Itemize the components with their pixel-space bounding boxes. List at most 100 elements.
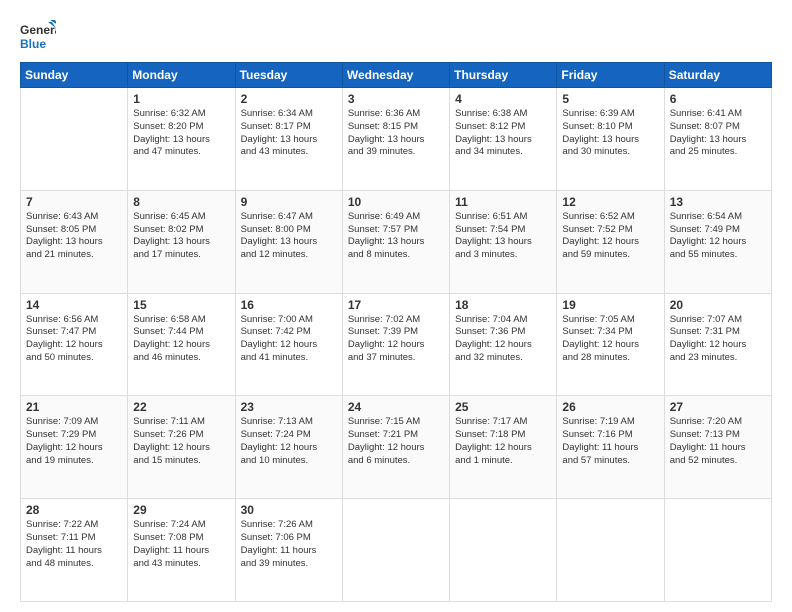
calendar-cell: 5 Sunrise: 6:39 AM Sunset: 8:10 PM Daylig… [557, 88, 664, 191]
calendar-cell [21, 88, 128, 191]
day-info: Sunrise: 7:17 AM Sunset: 7:18 PM Dayligh… [455, 416, 551, 467]
day-number: 5 [562, 92, 658, 106]
logo-icon: General Blue [20, 18, 56, 54]
day-number: 10 [348, 195, 444, 209]
calendar-cell: 1Sunrise: 6:32 AM Sunset: 8:20 PM Daylig… [128, 88, 235, 191]
day-info: Sunrise: 6:47 AM Sunset: 8:00 PM Dayligh… [241, 211, 337, 262]
column-header-sunday: Sunday [21, 63, 128, 88]
calendar-cell: 8 Sunrise: 6:45 AM Sunset: 8:02 PM Daylig… [128, 190, 235, 293]
day-info: Sunrise: 7:13 AM Sunset: 7:24 PM Dayligh… [241, 416, 337, 467]
day-number: 24 [348, 400, 444, 414]
day-info: Sunrise: 6:41 AM Sunset: 8:07 PM Dayligh… [670, 108, 766, 159]
calendar-week-5: 28 Sunrise: 7:22 AM Sunset: 7:11 PM Dayli… [21, 499, 772, 602]
day-info: Sunrise: 7:04 AM Sunset: 7:36 PM Dayligh… [455, 314, 551, 365]
calendar-cell: 28 Sunrise: 7:22 AM Sunset: 7:11 PM Dayli… [21, 499, 128, 602]
calendar-cell: 30 Sunrise: 7:26 AM Sunset: 7:06 PM Dayli… [235, 499, 342, 602]
day-number: 30 [241, 503, 337, 517]
calendar-cell: 24 Sunrise: 7:15 AM Sunset: 7:21 PM Dayli… [342, 396, 449, 499]
calendar-week-1: 1Sunrise: 6:32 AM Sunset: 8:20 PM Daylig… [21, 88, 772, 191]
day-info: Sunrise: 7:20 AM Sunset: 7:13 PM Dayligh… [670, 416, 766, 467]
day-info: Sunrise: 7:00 AM Sunset: 7:42 PM Dayligh… [241, 314, 337, 365]
calendar-cell [557, 499, 664, 602]
day-number: 27 [670, 400, 766, 414]
calendar-week-3: 14 Sunrise: 6:56 AM Sunset: 7:47 PM Dayli… [21, 293, 772, 396]
day-number: 20 [670, 298, 766, 312]
column-header-wednesday: Wednesday [342, 63, 449, 88]
calendar-cell: 7Sunrise: 6:43 AM Sunset: 8:05 PM Daylig… [21, 190, 128, 293]
day-number: 14 [26, 298, 122, 312]
day-number: 29 [133, 503, 229, 517]
day-info: Sunrise: 6:39 AM Sunset: 8:10 PM Dayligh… [562, 108, 658, 159]
day-info: Sunrise: 7:11 AM Sunset: 7:26 PM Dayligh… [133, 416, 229, 467]
day-number: 13 [670, 195, 766, 209]
day-info: Sunrise: 7:07 AM Sunset: 7:31 PM Dayligh… [670, 314, 766, 365]
calendar-cell: 12Sunrise: 6:52 AM Sunset: 7:52 PM Dayli… [557, 190, 664, 293]
day-number: 4 [455, 92, 551, 106]
calendar-cell: 26 Sunrise: 7:19 AM Sunset: 7:16 PM Dayli… [557, 396, 664, 499]
day-info: Sunrise: 6:51 AM Sunset: 7:54 PM Dayligh… [455, 211, 551, 262]
page-header: General Blue [20, 18, 772, 54]
calendar-cell: 27 Sunrise: 7:20 AM Sunset: 7:13 PM Dayli… [664, 396, 771, 499]
calendar-cell: 2Sunrise: 6:34 AM Sunset: 8:17 PM Daylig… [235, 88, 342, 191]
calendar-header-row: SundayMondayTuesdayWednesdayThursdayFrid… [21, 63, 772, 88]
column-header-monday: Monday [128, 63, 235, 88]
calendar-cell: 16 Sunrise: 7:00 AM Sunset: 7:42 PM Dayli… [235, 293, 342, 396]
day-number: 21 [26, 400, 122, 414]
calendar-cell: 20 Sunrise: 7:07 AM Sunset: 7:31 PM Dayli… [664, 293, 771, 396]
day-info: Sunrise: 7:15 AM Sunset: 7:21 PM Dayligh… [348, 416, 444, 467]
day-number: 15 [133, 298, 229, 312]
day-number: 3 [348, 92, 444, 106]
column-header-thursday: Thursday [450, 63, 557, 88]
day-number: 18 [455, 298, 551, 312]
day-number: 19 [562, 298, 658, 312]
day-info: Sunrise: 7:26 AM Sunset: 7:06 PM Dayligh… [241, 519, 337, 570]
calendar-cell: 3 Sunrise: 6:36 AM Sunset: 8:15 PM Daylig… [342, 88, 449, 191]
day-number: 8 [133, 195, 229, 209]
day-info: Sunrise: 6:56 AM Sunset: 7:47 PM Dayligh… [26, 314, 122, 365]
calendar-cell: 9 Sunrise: 6:47 AM Sunset: 8:00 PM Daylig… [235, 190, 342, 293]
calendar-cell: 15 Sunrise: 6:58 AM Sunset: 7:44 PM Dayli… [128, 293, 235, 396]
day-number: 16 [241, 298, 337, 312]
day-info: Sunrise: 7:02 AM Sunset: 7:39 PM Dayligh… [348, 314, 444, 365]
calendar-cell: 14 Sunrise: 6:56 AM Sunset: 7:47 PM Dayli… [21, 293, 128, 396]
calendar-cell: 19 Sunrise: 7:05 AM Sunset: 7:34 PM Dayli… [557, 293, 664, 396]
column-header-saturday: Saturday [664, 63, 771, 88]
calendar-week-4: 21 Sunrise: 7:09 AM Sunset: 7:29 PM Dayli… [21, 396, 772, 499]
day-info: Sunrise: 6:45 AM Sunset: 8:02 PM Dayligh… [133, 211, 229, 262]
day-number: 6 [670, 92, 766, 106]
day-info: Sunrise: 6:38 AM Sunset: 8:12 PM Dayligh… [455, 108, 551, 159]
day-info: Sunrise: 7:24 AM Sunset: 7:08 PM Dayligh… [133, 519, 229, 570]
day-info: Sunrise: 6:52 AM Sunset: 7:52 PM Dayligh… [562, 211, 658, 262]
calendar-cell [450, 499, 557, 602]
day-number: 17 [348, 298, 444, 312]
svg-text:General: General [20, 23, 56, 37]
calendar-cell: 11Sunrise: 6:51 AM Sunset: 7:54 PM Dayli… [450, 190, 557, 293]
calendar-cell: 4 Sunrise: 6:38 AM Sunset: 8:12 PM Daylig… [450, 88, 557, 191]
day-info: Sunrise: 6:54 AM Sunset: 7:49 PM Dayligh… [670, 211, 766, 262]
calendar-cell: 18 Sunrise: 7:04 AM Sunset: 7:36 PM Dayli… [450, 293, 557, 396]
day-info: Sunrise: 6:36 AM Sunset: 8:15 PM Dayligh… [348, 108, 444, 159]
logo-svg: General Blue [20, 18, 56, 54]
calendar-cell: 6 Sunrise: 6:41 AM Sunset: 8:07 PM Daylig… [664, 88, 771, 191]
calendar-cell: 21 Sunrise: 7:09 AM Sunset: 7:29 PM Dayli… [21, 396, 128, 499]
day-info: Sunrise: 7:19 AM Sunset: 7:16 PM Dayligh… [562, 416, 658, 467]
calendar-cell: 10Sunrise: 6:49 AM Sunset: 7:57 PM Dayli… [342, 190, 449, 293]
day-info: Sunrise: 6:43 AM Sunset: 8:05 PM Dayligh… [26, 211, 122, 262]
day-info: Sunrise: 7:22 AM Sunset: 7:11 PM Dayligh… [26, 519, 122, 570]
calendar-cell: 13 Sunrise: 6:54 AM Sunset: 7:49 PM Dayli… [664, 190, 771, 293]
column-header-tuesday: Tuesday [235, 63, 342, 88]
calendar-cell: 22Sunrise: 7:11 AM Sunset: 7:26 PM Dayli… [128, 396, 235, 499]
logo: General Blue [20, 18, 56, 54]
day-info: Sunrise: 7:05 AM Sunset: 7:34 PM Dayligh… [562, 314, 658, 365]
day-number: 28 [26, 503, 122, 517]
day-number: 2 [241, 92, 337, 106]
svg-text:Blue: Blue [20, 37, 46, 51]
day-number: 26 [562, 400, 658, 414]
day-info: Sunrise: 7:09 AM Sunset: 7:29 PM Dayligh… [26, 416, 122, 467]
calendar-cell: 29 Sunrise: 7:24 AM Sunset: 7:08 PM Dayli… [128, 499, 235, 602]
calendar-week-2: 7Sunrise: 6:43 AM Sunset: 8:05 PM Daylig… [21, 190, 772, 293]
day-info: Sunrise: 6:58 AM Sunset: 7:44 PM Dayligh… [133, 314, 229, 365]
calendar-cell [664, 499, 771, 602]
column-header-friday: Friday [557, 63, 664, 88]
day-number: 9 [241, 195, 337, 209]
